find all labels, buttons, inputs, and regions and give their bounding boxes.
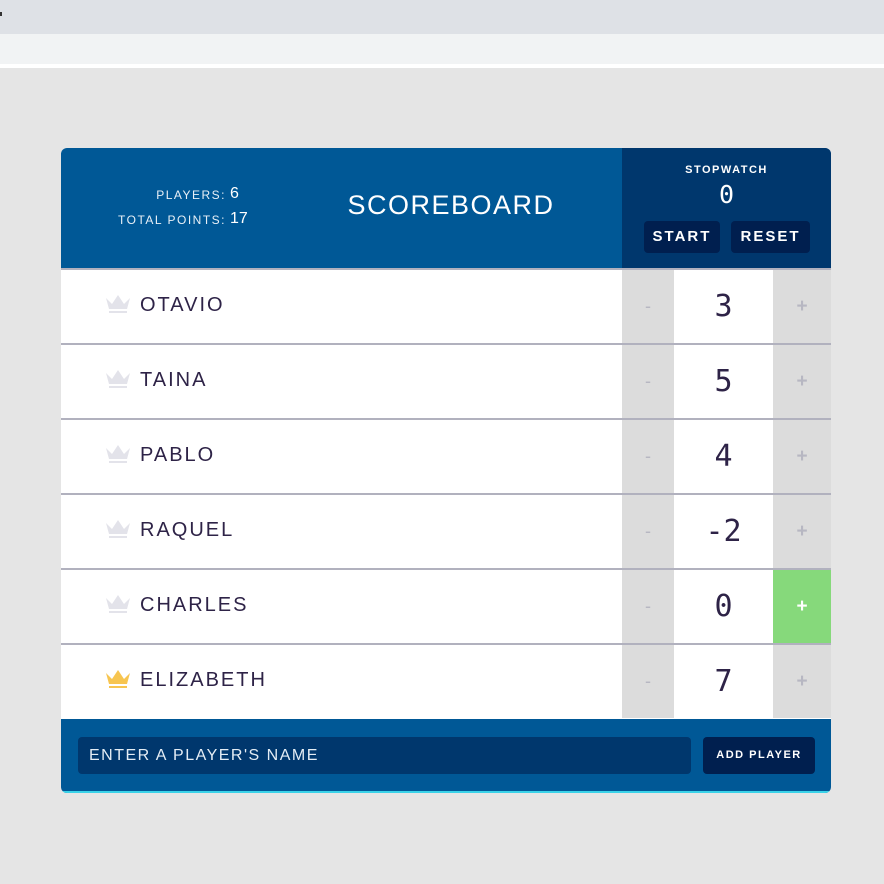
player-name: OTAVIO — [140, 294, 225, 316]
stopwatch: STOPWATCH 0 START RESET — [622, 148, 831, 268]
page-title: SCOREBOARD — [347, 190, 555, 220]
player-row: OTAVIO - 3 + — [61, 268, 831, 343]
crown-icon — [105, 369, 131, 389]
player-score: 5 — [674, 345, 773, 418]
decrement-button[interactable]: - — [622, 420, 674, 493]
decrement-button[interactable]: - — [622, 345, 674, 418]
player-score: 4 — [674, 420, 773, 493]
browser-toolbar — [0, 34, 884, 68]
player-score: 3 — [674, 270, 773, 343]
stopwatch-reset-button[interactable]: RESET — [731, 221, 810, 253]
decrement-button[interactable]: - — [622, 570, 674, 643]
player-score: 0 — [674, 570, 773, 643]
player-name: TAINA — [140, 369, 208, 391]
player-name: PABLO — [140, 444, 216, 466]
total-points-stat: TOTAL POINTS: 17 — [61, 209, 251, 234]
players-stat: PLAYERS: 6 — [61, 184, 251, 209]
player-score: -2 — [674, 495, 773, 568]
stats-table: PLAYERS: 6 TOTAL POINTS: 17 — [61, 184, 251, 234]
increment-button[interactable]: + — [773, 270, 831, 343]
scoreboard: PLAYERS: 6 TOTAL POINTS: 17 SCOREBOARD S… — [61, 148, 831, 793]
increment-button[interactable]: + — [773, 495, 831, 568]
crown-icon — [105, 444, 131, 464]
crown-icon — [105, 594, 131, 614]
tab-edge-mark — [0, 12, 2, 16]
add-player-button[interactable]: ADD PLAYER — [703, 737, 815, 774]
stopwatch-start-button[interactable]: START — [644, 221, 720, 253]
player-list: OTAVIO - 3 + TAINA - 5 + PABLO - 4 + RAQ… — [61, 268, 831, 718]
increment-button[interactable]: + — [773, 570, 831, 643]
player-row: CHARLES - 0 + — [61, 568, 831, 643]
decrement-button[interactable]: - — [622, 270, 674, 343]
crown-icon — [105, 519, 131, 539]
crown-icon — [105, 669, 131, 689]
player-name: RAQUEL — [140, 519, 235, 541]
player-name-input[interactable] — [78, 737, 691, 774]
player-name: CHARLES — [140, 594, 249, 616]
player-row: TAINA - 5 + — [61, 343, 831, 418]
decrement-button[interactable]: - — [622, 495, 674, 568]
player-row: RAQUEL - -2 + — [61, 493, 831, 568]
browser-tab-strip — [0, 0, 884, 34]
increment-button[interactable]: + — [773, 345, 831, 418]
add-player-form: ADD PLAYER — [61, 719, 831, 793]
player-row: PABLO - 4 + — [61, 418, 831, 493]
increment-button[interactable]: + — [773, 645, 831, 718]
players-stat-value: 6 — [230, 185, 239, 202]
stopwatch-label: STOPWATCH — [685, 164, 768, 176]
player-name: ELIZABETH — [140, 669, 267, 691]
crown-icon — [105, 294, 131, 314]
total-points-label: TOTAL POINTS: — [118, 213, 226, 227]
stopwatch-time: 0 — [718, 180, 735, 209]
increment-button[interactable]: + — [773, 420, 831, 493]
scoreboard-header: PLAYERS: 6 TOTAL POINTS: 17 SCOREBOARD S… — [61, 148, 831, 268]
player-score: 7 — [674, 645, 773, 718]
decrement-button[interactable]: - — [622, 645, 674, 718]
players-stat-label: PLAYERS: — [156, 188, 226, 202]
player-row: ELIZABETH - 7 + — [61, 643, 831, 718]
total-points-value: 17 — [230, 210, 248, 227]
